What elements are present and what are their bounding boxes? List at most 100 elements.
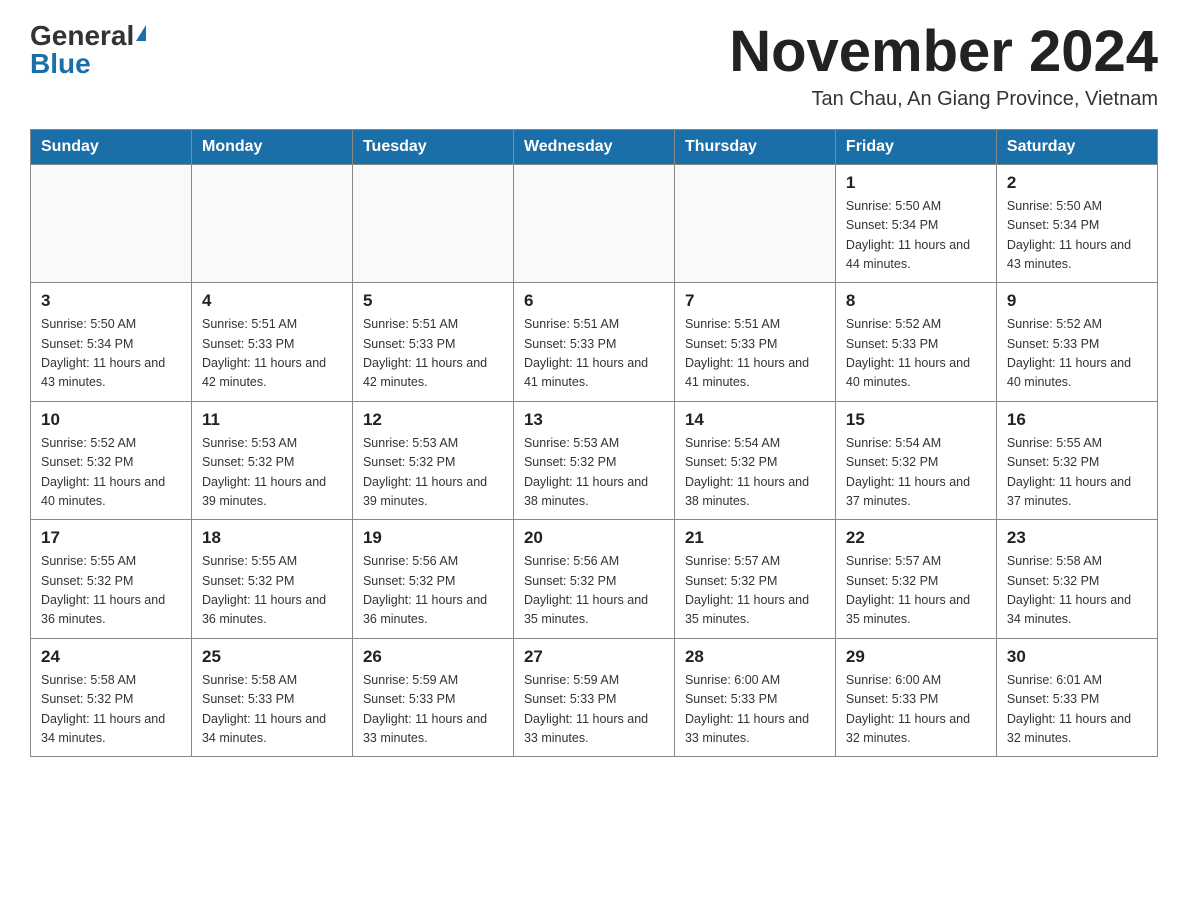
week-row-4: 17 Sunrise: 5:55 AM Sunset: 5:32 PM Dayli… — [31, 520, 1158, 639]
day-number: 19 — [363, 528, 503, 548]
day-info: Sunrise: 5:51 AM Sunset: 5:33 PM Dayligh… — [685, 315, 825, 393]
day-number: 5 — [363, 291, 503, 311]
table-row — [191, 164, 352, 283]
table-row: 6Sunrise: 5:51 AM Sunset: 5:33 PM Daylig… — [513, 283, 674, 402]
day-info: Sunrise: 5:52 AM Sunset: 5:33 PM Dayligh… — [1007, 315, 1147, 393]
day-number: 12 — [363, 410, 503, 430]
title-area: November 2024 Tan Chau, An Giang Provinc… — [729, 20, 1158, 111]
day-number: 25 — [202, 647, 342, 667]
day-info: Sunrise: 5:50 AM Sunset: 5:34 PM Dayligh… — [1007, 197, 1147, 275]
location-subtitle: Tan Chau, An Giang Province, Vietnam — [729, 88, 1158, 111]
day-info: Sunrise: 6:01 AM Sunset: 5:33 PM Dayligh… — [1007, 671, 1147, 749]
table-row — [352, 164, 513, 283]
table-row: 22 Sunrise: 5:57 AM Sunset: 5:32 PM Dayli… — [835, 520, 996, 639]
day-info: Sunrise: 5:54 AM Sunset: 5:32 PM Dayligh… — [846, 434, 986, 512]
day-info: Sunrise: 5:50 AM Sunset: 5:34 PM Dayligh… — [41, 315, 181, 393]
table-row: 5 Sunrise: 5:51 AM Sunset: 5:33 PM Daylig… — [352, 283, 513, 402]
table-row: 26 Sunrise: 5:59 AM Sunset: 5:33 PM Dayli… — [352, 638, 513, 757]
logo-triangle-icon — [136, 25, 146, 41]
day-number: 29 — [846, 647, 986, 667]
table-row: 25 Sunrise: 5:58 AM Sunset: 5:33 PM Dayli… — [191, 638, 352, 757]
day-info: Sunrise: 5:50 AM Sunset: 5:34 PM Dayligh… — [846, 197, 986, 275]
day-info: Sunrise: 5:57 AM Sunset: 5:32 PM Dayligh… — [846, 552, 986, 630]
table-row: 13 Sunrise: 5:53 AM Sunset: 5:32 PM Dayli… — [513, 401, 674, 520]
table-row: 3 Sunrise: 5:50 AM Sunset: 5:34 PM Daylig… — [31, 283, 192, 402]
day-info: Sunrise: 5:55 AM Sunset: 5:32 PM Dayligh… — [202, 552, 342, 630]
day-number: 27 — [524, 647, 664, 667]
week-row-3: 10Sunrise: 5:52 AM Sunset: 5:32 PM Dayli… — [31, 401, 1158, 520]
day-number: 22 — [846, 528, 986, 548]
week-row-2: 3 Sunrise: 5:50 AM Sunset: 5:34 PM Daylig… — [31, 283, 1158, 402]
month-title: November 2024 — [729, 20, 1158, 84]
table-row — [31, 164, 192, 283]
table-row: 16 Sunrise: 5:55 AM Sunset: 5:32 PM Dayli… — [996, 401, 1157, 520]
table-row: 21Sunrise: 5:57 AM Sunset: 5:32 PM Dayli… — [674, 520, 835, 639]
table-row: 8 Sunrise: 5:52 AM Sunset: 5:33 PM Daylig… — [835, 283, 996, 402]
day-info: Sunrise: 5:53 AM Sunset: 5:32 PM Dayligh… — [202, 434, 342, 512]
day-info: Sunrise: 6:00 AM Sunset: 5:33 PM Dayligh… — [685, 671, 825, 749]
header-thursday: Thursday — [674, 129, 835, 164]
day-info: Sunrise: 5:53 AM Sunset: 5:32 PM Dayligh… — [363, 434, 503, 512]
day-number: 8 — [846, 291, 986, 311]
table-row: 2 Sunrise: 5:50 AM Sunset: 5:34 PM Daylig… — [996, 164, 1157, 283]
table-row: 23 Sunrise: 5:58 AM Sunset: 5:32 PM Dayli… — [996, 520, 1157, 639]
page-header: General Blue November 2024 Tan Chau, An … — [30, 20, 1158, 111]
day-number: 17 — [41, 528, 181, 548]
header-row: SundayMondayTuesdayWednesdayThursdayFrid… — [31, 129, 1158, 164]
calendar-table: SundayMondayTuesdayWednesdayThursdayFrid… — [30, 129, 1158, 758]
table-row: 10Sunrise: 5:52 AM Sunset: 5:32 PM Dayli… — [31, 401, 192, 520]
day-info: Sunrise: 5:52 AM Sunset: 5:33 PM Dayligh… — [846, 315, 986, 393]
day-info: Sunrise: 5:53 AM Sunset: 5:32 PM Dayligh… — [524, 434, 664, 512]
day-info: Sunrise: 5:58 AM Sunset: 5:32 PM Dayligh… — [41, 671, 181, 749]
logo: General Blue — [30, 20, 146, 80]
table-row: 17Sunrise: 5:55 AM Sunset: 5:32 PM Dayli… — [31, 520, 192, 639]
table-row: 9Sunrise: 5:52 AM Sunset: 5:33 PM Daylig… — [996, 283, 1157, 402]
day-info: Sunrise: 5:59 AM Sunset: 5:33 PM Dayligh… — [363, 671, 503, 749]
day-number: 24 — [41, 647, 181, 667]
day-number: 7 — [685, 291, 825, 311]
header-saturday: Saturday — [996, 129, 1157, 164]
header-wednesday: Wednesday — [513, 129, 674, 164]
day-info: Sunrise: 5:56 AM Sunset: 5:32 PM Dayligh… — [524, 552, 664, 630]
header-tuesday: Tuesday — [352, 129, 513, 164]
day-number: 16 — [1007, 410, 1147, 430]
day-info: Sunrise: 5:54 AM Sunset: 5:32 PM Dayligh… — [685, 434, 825, 512]
day-info: Sunrise: 5:55 AM Sunset: 5:32 PM Dayligh… — [1007, 434, 1147, 512]
day-number: 2 — [1007, 173, 1147, 193]
table-row: 19 Sunrise: 5:56 AM Sunset: 5:32 PM Dayli… — [352, 520, 513, 639]
table-row: 18 Sunrise: 5:55 AM Sunset: 5:32 PM Dayli… — [191, 520, 352, 639]
table-row: 15 Sunrise: 5:54 AM Sunset: 5:32 PM Dayli… — [835, 401, 996, 520]
table-row: 28Sunrise: 6:00 AM Sunset: 5:33 PM Dayli… — [674, 638, 835, 757]
table-row: 1 Sunrise: 5:50 AM Sunset: 5:34 PM Daylig… — [835, 164, 996, 283]
table-row — [674, 164, 835, 283]
calendar-header: SundayMondayTuesdayWednesdayThursdayFrid… — [31, 129, 1158, 164]
header-sunday: Sunday — [31, 129, 192, 164]
day-info: Sunrise: 5:51 AM Sunset: 5:33 PM Dayligh… — [202, 315, 342, 393]
table-row: 24 Sunrise: 5:58 AM Sunset: 5:32 PM Dayli… — [31, 638, 192, 757]
day-number: 18 — [202, 528, 342, 548]
day-number: 14 — [685, 410, 825, 430]
day-number: 10 — [41, 410, 181, 430]
day-info: Sunrise: 5:51 AM Sunset: 5:33 PM Dayligh… — [524, 315, 664, 393]
calendar-body: 1 Sunrise: 5:50 AM Sunset: 5:34 PM Daylig… — [31, 164, 1158, 757]
day-number: 13 — [524, 410, 664, 430]
day-number: 26 — [363, 647, 503, 667]
table-row: 20Sunrise: 5:56 AM Sunset: 5:32 PM Dayli… — [513, 520, 674, 639]
day-number: 11 — [202, 410, 342, 430]
day-info: Sunrise: 6:00 AM Sunset: 5:33 PM Dayligh… — [846, 671, 986, 749]
table-row: 11 Sunrise: 5:53 AM Sunset: 5:32 PM Dayli… — [191, 401, 352, 520]
day-info: Sunrise: 5:58 AM Sunset: 5:32 PM Dayligh… — [1007, 552, 1147, 630]
day-number: 3 — [41, 291, 181, 311]
table-row: 7 Sunrise: 5:51 AM Sunset: 5:33 PM Daylig… — [674, 283, 835, 402]
table-row: 29 Sunrise: 6:00 AM Sunset: 5:33 PM Dayli… — [835, 638, 996, 757]
day-number: 23 — [1007, 528, 1147, 548]
header-friday: Friday — [835, 129, 996, 164]
table-row: 12 Sunrise: 5:53 AM Sunset: 5:32 PM Dayli… — [352, 401, 513, 520]
day-info: Sunrise: 5:51 AM Sunset: 5:33 PM Dayligh… — [363, 315, 503, 393]
day-number: 1 — [846, 173, 986, 193]
table-row: 30 Sunrise: 6:01 AM Sunset: 5:33 PM Dayli… — [996, 638, 1157, 757]
day-info: Sunrise: 5:56 AM Sunset: 5:32 PM Dayligh… — [363, 552, 503, 630]
day-number: 15 — [846, 410, 986, 430]
day-info: Sunrise: 5:58 AM Sunset: 5:33 PM Dayligh… — [202, 671, 342, 749]
day-number: 30 — [1007, 647, 1147, 667]
